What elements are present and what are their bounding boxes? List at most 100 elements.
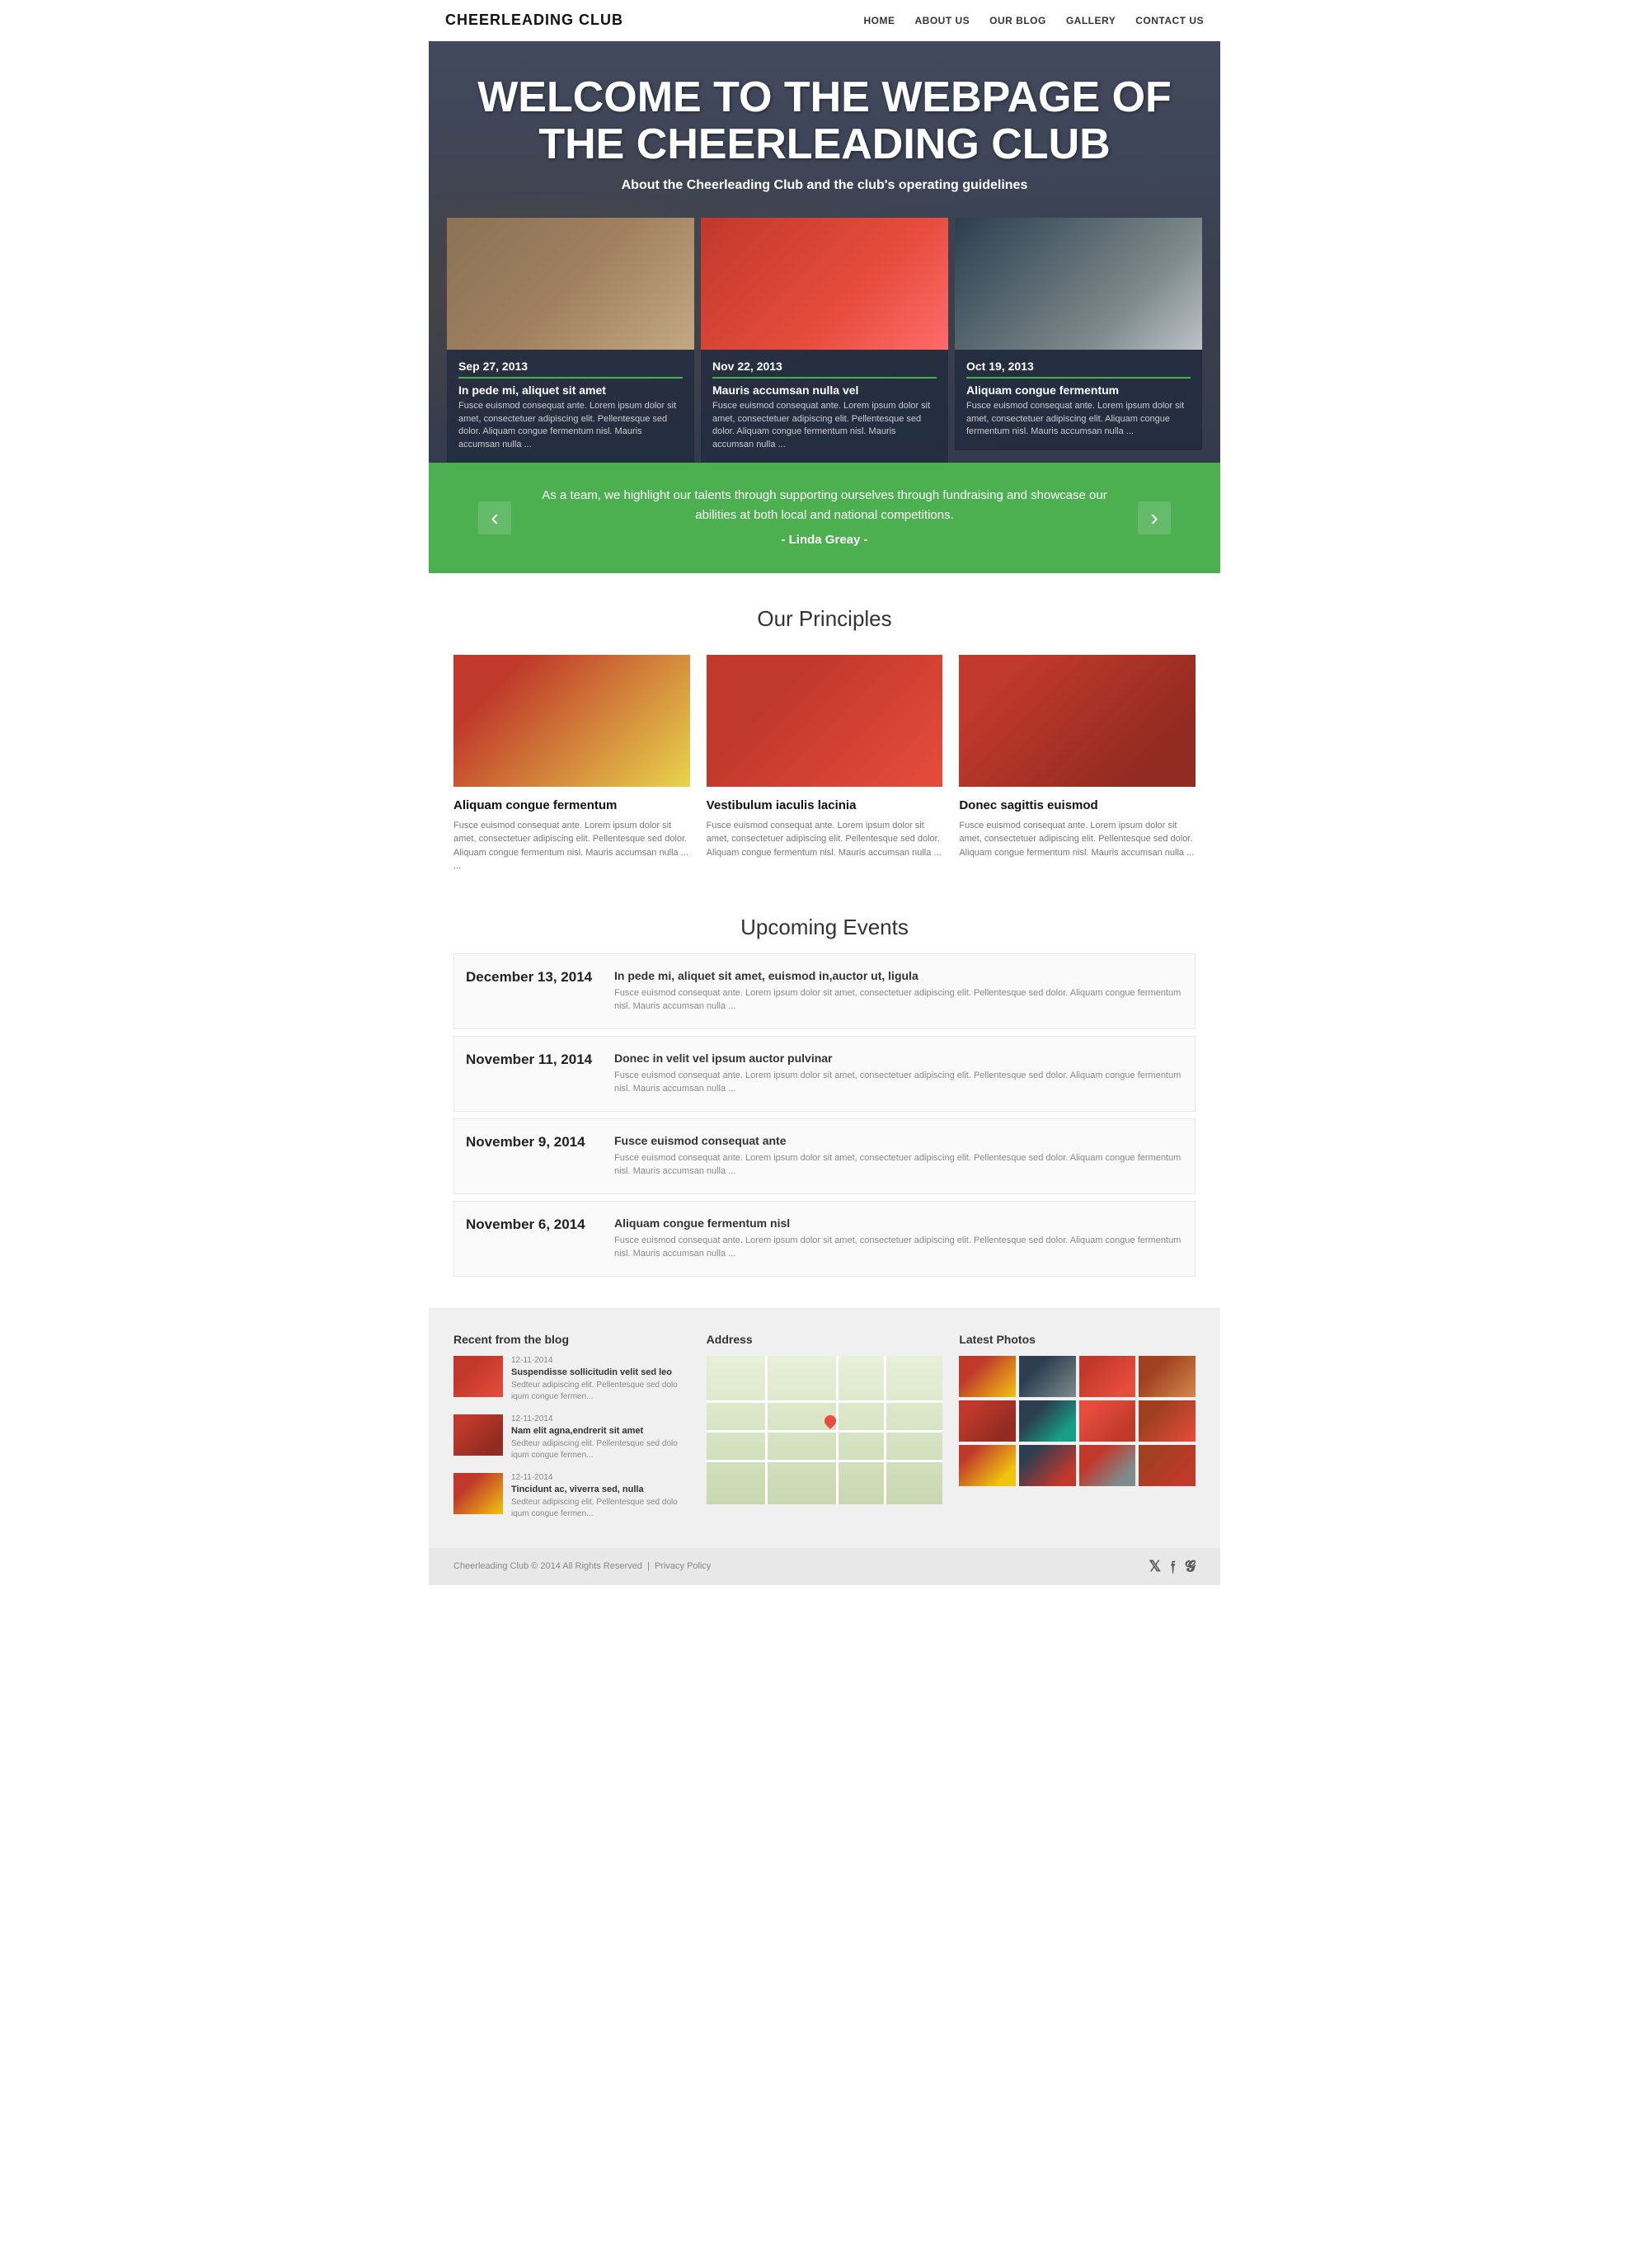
hero-post-1-title: In pede mi, aliquet sit amet — [458, 383, 683, 397]
event-date-2: November 11, 2014 — [466, 1052, 614, 1068]
photo-thumb-2[interactable] — [1019, 1356, 1076, 1397]
event-title-3: Fusce euismod consequat ante — [614, 1134, 1183, 1147]
principle-title-3: Donec sagittis euismod — [959, 798, 1196, 812]
footer-address-col: Address — [707, 1333, 943, 1532]
blog-post-excerpt-1: Sedteur adipiscing elit. Pellentesque se… — [511, 1380, 690, 1403]
blog-post-excerpt-3: Sedteur adipiscing elit. Pellentesque se… — [511, 1497, 690, 1520]
principle-img-2 — [707, 655, 943, 787]
footer-map — [707, 1356, 943, 1504]
facebook-icon[interactable]: 𝔣 — [1171, 1558, 1175, 1575]
event-content-1: In pede mi, aliquet sit amet, euismod in… — [614, 969, 1183, 1014]
footer-address-title: Address — [707, 1333, 943, 1346]
nav-item-about[interactable]: ABOUT US — [914, 13, 970, 28]
footer-blog-col: Recent from the blog 12-11-2014 Suspendi… — [453, 1333, 690, 1532]
nav-link-contact[interactable]: CONTACT US — [1135, 15, 1204, 26]
hero-images-row: Sep 27, 2013 In pede mi, aliquet sit ame… — [429, 218, 1220, 463]
hero-section: WELCOME TO THE WEBPAGE OF THE CHEERLEADI… — [429, 41, 1220, 463]
principle-title-1: Aliquam congue fermentum — [453, 798, 690, 812]
hero-post-2-image — [701, 218, 948, 350]
principle-item-2: Vestibulum iaculis lacinia Fusce euismod… — [707, 655, 943, 873]
quote-author: - Linda Greay - — [528, 530, 1121, 550]
footer-social: 𝕏 𝔣 𝓖 — [1149, 1558, 1196, 1575]
twitter-icon[interactable]: 𝕏 — [1149, 1558, 1161, 1575]
photo-thumb-3[interactable] — [1079, 1356, 1136, 1397]
map-road-v1 — [765, 1356, 768, 1504]
nav-link-about[interactable]: ABOUT US — [914, 15, 970, 26]
nav-link-gallery[interactable]: GALLERY — [1066, 15, 1116, 26]
map-road-h3 — [707, 1460, 943, 1462]
blog-post-info-3: 12-11-2014 Tincidunt ac, viverra sed, nu… — [511, 1473, 690, 1520]
hero-subtitle: About the Cheerleading Club and the club… — [462, 178, 1187, 193]
hero-post-3-excerpt: Fusce euismod consequat ante. Lorem ipsu… — [966, 400, 1191, 438]
photo-thumb-9[interactable] — [959, 1445, 1016, 1486]
principle-img-box-3 — [959, 655, 1196, 787]
principles-grid: Aliquam congue fermentum Fusce euismod c… — [453, 655, 1196, 873]
hero-post-3-title: Aliquam congue fermentum — [966, 383, 1191, 397]
photo-thumb-1[interactable] — [959, 1356, 1016, 1397]
event-title-4: Aliquam congue fermentum nisl — [614, 1216, 1183, 1230]
principle-img-3 — [959, 655, 1196, 787]
map-road-h2 — [707, 1430, 943, 1433]
photo-thumb-8[interactable] — [1139, 1400, 1196, 1442]
footer-photos-col: Latest Photos — [959, 1333, 1196, 1532]
principle-img-box-1 — [453, 655, 690, 787]
hero-post-1-excerpt: Fusce euismod consequat ante. Lorem ipsu… — [458, 400, 683, 451]
principle-img-box-2 — [707, 655, 943, 787]
principle-img-1 — [453, 655, 690, 787]
principles-title: Our Principles — [453, 606, 1196, 632]
event-date-3: November 9, 2014 — [466, 1134, 614, 1150]
google-plus-icon[interactable]: 𝓖 — [1185, 1558, 1196, 1575]
event-title-1: In pede mi, aliquet sit amet, euismod in… — [614, 969, 1183, 982]
photo-thumb-11[interactable] — [1079, 1445, 1136, 1486]
principle-text-2: Fusce euismod consequat ante. Lorem ipsu… — [707, 819, 943, 860]
photo-thumb-5[interactable] — [959, 1400, 1016, 1442]
event-item-2: November 11, 2014 Donec in velit vel ips… — [453, 1036, 1196, 1112]
event-content-3: Fusce euismod consequat ante Fusce euism… — [614, 1134, 1183, 1179]
blog-post-title-1: Suspendisse sollicitudin velit sed leo — [511, 1367, 690, 1377]
blog-post-item-3: 12-11-2014 Tincidunt ac, viverra sed, nu… — [453, 1473, 690, 1520]
photo-thumb-7[interactable] — [1079, 1400, 1136, 1442]
hero-post-3-image — [955, 218, 1202, 350]
event-excerpt-3: Fusce euismod consequat ante. Lorem ipsu… — [614, 1151, 1183, 1179]
photo-thumb-4[interactable] — [1139, 1356, 1196, 1397]
hero-content: WELCOME TO THE WEBPAGE OF THE CHEERLEADI… — [429, 74, 1220, 218]
footer-privacy-link[interactable]: Privacy Policy — [655, 1561, 711, 1571]
blog-post-item-2: 12-11-2014 Nam elit agna,endrerit sit am… — [453, 1414, 690, 1461]
principle-title-2: Vestibulum iaculis lacinia — [707, 798, 943, 812]
principle-text-3: Fusce euismod consequat ante. Lorem ipsu… — [959, 819, 1196, 860]
footer-blog-title: Recent from the blog — [453, 1333, 690, 1346]
site-logo: CHEERLEADING CLUB — [445, 12, 623, 29]
photo-thumb-12[interactable] — [1139, 1445, 1196, 1486]
footer-photos-title: Latest Photos — [959, 1333, 1196, 1346]
event-excerpt-4: Fusce euismod consequat ante. Lorem ipsu… — [614, 1234, 1183, 1261]
blog-thumb-1 — [453, 1356, 503, 1397]
hero-post-2-info: Nov 22, 2013 Mauris accumsan nulla vel F… — [701, 350, 948, 463]
photo-thumb-10[interactable] — [1019, 1445, 1076, 1486]
blog-post-info-1: 12-11-2014 Suspendisse sollicitudin veli… — [511, 1356, 690, 1403]
event-content-2: Donec in velit vel ipsum auctor pulvinar… — [614, 1052, 1183, 1096]
quote-slider: ‹ As a team, we highlight our talents th… — [429, 463, 1220, 573]
event-excerpt-1: Fusce euismod consequat ante. Lorem ipsu… — [614, 986, 1183, 1014]
nav-link-blog[interactable]: OUR BLOG — [989, 15, 1046, 26]
site-header: CHEERLEADING CLUB HOME ABOUT US OUR BLOG… — [429, 0, 1220, 41]
footer-bottom: Cheerleading Club © 2014 All Rights Rese… — [429, 1548, 1220, 1585]
nav-item-gallery[interactable]: GALLERY — [1066, 13, 1116, 28]
map-road-v3 — [884, 1356, 886, 1504]
nav-item-contact[interactable]: CONTACT US — [1135, 13, 1204, 28]
quote-prev-arrow[interactable]: ‹ — [478, 501, 511, 534]
hero-post-1-info: Sep 27, 2013 In pede mi, aliquet sit ame… — [447, 350, 694, 463]
blog-post-item-1: 12-11-2014 Suspendisse sollicitudin veli… — [453, 1356, 690, 1403]
nav-item-blog[interactable]: OUR BLOG — [989, 13, 1046, 28]
quote-next-arrow[interactable]: › — [1138, 501, 1171, 534]
nav-list: HOME ABOUT US OUR BLOG GALLERY CONTACT U… — [863, 13, 1204, 28]
hero-post-1-image — [447, 218, 694, 350]
nav-item-home[interactable]: HOME — [863, 13, 895, 28]
principle-link-1[interactable]: ... — [453, 861, 461, 871]
nav-link-home[interactable]: HOME — [863, 15, 895, 26]
blog-post-excerpt-2: Sedteur adipiscing elit. Pellentesque se… — [511, 1438, 690, 1461]
blog-thumb-3 — [453, 1473, 503, 1514]
blog-thumb-2 — [453, 1414, 503, 1456]
hero-post-2-excerpt: Fusce euismod consequat ante. Lorem ipsu… — [712, 400, 937, 451]
events-title: Upcoming Events — [453, 915, 1196, 940]
photo-thumb-6[interactable] — [1019, 1400, 1076, 1442]
